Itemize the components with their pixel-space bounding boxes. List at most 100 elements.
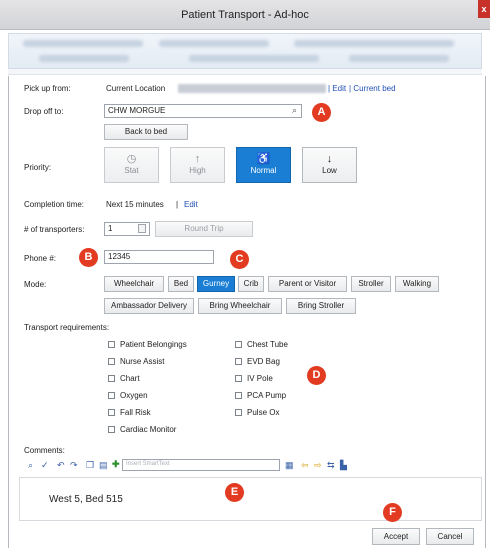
req-label: Patient Belongings	[120, 340, 187, 349]
mode-label: Mode:	[24, 280, 47, 289]
comment-textarea[interactable]: West 5, Bed 515	[19, 477, 482, 521]
priority-high-label: High	[189, 166, 206, 175]
comment-text: West 5, Bed 515	[49, 494, 123, 505]
phone-value: 12345	[108, 252, 131, 261]
priority-normal-button[interactable]: ♿ Normal	[236, 147, 291, 183]
mode-bring-stroller-button[interactable]: Bring Stroller	[286, 298, 356, 314]
req-label: Chest Tube	[247, 340, 288, 349]
req-fall-risk[interactable]: Fall Risk	[108, 408, 151, 417]
comments-label: Comments:	[24, 446, 65, 455]
link-icon[interactable]: ⇆	[327, 460, 335, 471]
completion-separator: |	[176, 200, 179, 209]
priority-low-label: Low	[322, 166, 337, 175]
transporters-value: 1	[108, 224, 113, 233]
pickup-value: Current Location	[106, 84, 166, 93]
priority-stat-button[interactable]: ◷ Stat	[104, 147, 159, 183]
arrow-left-icon[interactable]: ⇦	[301, 460, 309, 471]
mode-crib-button[interactable]: Crib	[238, 276, 264, 292]
paste-icon[interactable]: ▤	[99, 460, 108, 471]
marker-e: E	[225, 483, 244, 502]
req-label: Nurse Assist	[120, 357, 165, 366]
priority-label: Priority:	[24, 163, 52, 172]
completion-label: Completion time:	[24, 200, 85, 209]
req-cardiac-monitor[interactable]: Cardiac Monitor	[108, 425, 176, 434]
req-label: Fall Risk	[120, 408, 151, 417]
pickup-label: Pick up from:	[24, 84, 71, 93]
search-icon[interactable]: ⌕	[292, 105, 297, 116]
mode-bed-button[interactable]: Bed	[168, 276, 194, 292]
priority-low-button[interactable]: ↓ Low	[302, 147, 357, 183]
current-bed-link[interactable]: | Current bed	[349, 84, 396, 93]
redacted-text	[23, 40, 143, 47]
copy-icon[interactable]: ❐	[86, 460, 94, 471]
priority-normal-label: Normal	[250, 166, 277, 175]
redacted-location	[178, 84, 326, 93]
marker-d: D	[307, 366, 326, 385]
mode-parent-visitor-button[interactable]: Parent or Visitor	[268, 276, 347, 292]
req-iv-pole[interactable]: IV Pole	[235, 374, 273, 383]
insert-icon[interactable]: ▙	[340, 460, 347, 471]
redo-icon[interactable]: ↷	[70, 460, 78, 471]
add-icon[interactable]: ✚	[112, 459, 120, 470]
redacted-text	[294, 40, 454, 47]
patient-banner	[8, 33, 482, 69]
marker-c: C	[230, 250, 249, 269]
req-pca-pump[interactable]: PCA Pump	[235, 391, 286, 400]
back-to-bed-button[interactable]: Back to bed	[104, 124, 188, 140]
req-nurse-assist[interactable]: Nurse Assist	[108, 357, 164, 366]
req-label: IV Pole	[247, 374, 273, 383]
smarttext-placeholder: Insert SmartText	[126, 461, 170, 467]
redacted-text	[349, 55, 449, 62]
transporters-label: # of transporters:	[24, 225, 85, 234]
undo-icon[interactable]: ↶	[57, 460, 65, 471]
phone-label: Phone #:	[24, 254, 57, 263]
requirements-label: Transport requirements:	[24, 323, 110, 332]
mode-walking-button[interactable]: Walking	[395, 276, 439, 292]
completion-value: Next 15 minutes	[106, 200, 164, 209]
mode-ambassador-delivery-button[interactable]: Ambassador Delivery	[104, 298, 194, 314]
marker-f: F	[383, 503, 402, 522]
arrow-up-icon: ↑	[194, 153, 201, 165]
req-evd-bag[interactable]: EVD Bag	[235, 357, 280, 366]
mode-bring-wheelchair-button[interactable]: Bring Wheelchair	[198, 298, 282, 314]
req-pulse-ox[interactable]: Pulse Ox	[235, 408, 279, 417]
req-label: PCA Pump	[247, 391, 287, 400]
smarttext-list-icon[interactable]: ▦	[285, 460, 294, 471]
completion-edit-link[interactable]: Edit	[184, 200, 198, 209]
dropoff-label: Drop off to:	[24, 107, 64, 116]
arrow-right-icon[interactable]: ⇨	[314, 460, 322, 471]
smarttext-input[interactable]: Insert SmartText	[122, 459, 280, 471]
transporters-input[interactable]: 1	[104, 222, 150, 236]
cancel-button[interactable]: Cancel	[426, 528, 474, 545]
marker-b: B	[79, 248, 98, 267]
req-patient-belongings[interactable]: Patient Belongings	[108, 340, 187, 349]
dropoff-input[interactable]: CHW MORGUE ⌕	[104, 104, 302, 118]
req-label: Pulse Ox	[247, 408, 280, 417]
close-button[interactable]: x	[478, 0, 490, 18]
pickup-edit-link[interactable]: | Edit	[328, 84, 346, 93]
title-bar: Patient Transport - Ad-hoc x	[0, 0, 490, 30]
priority-high-button[interactable]: ↑ High	[170, 147, 225, 183]
req-chart[interactable]: Chart	[108, 374, 140, 383]
mode-wheelchair-button[interactable]: Wheelchair	[104, 276, 164, 292]
clock-icon: ◷	[126, 153, 137, 165]
mode-gurney-button[interactable]: Gurney	[197, 276, 235, 292]
accept-button[interactable]: Accept	[372, 528, 420, 545]
spellcheck-icon[interactable]: ✓	[41, 460, 49, 471]
banner-divider	[8, 69, 482, 75]
req-oxygen[interactable]: Oxygen	[108, 391, 148, 400]
transport-window: Patient Transport - Ad-hoc x Pick up fro…	[0, 0, 490, 554]
spinner-icon[interactable]	[138, 224, 146, 233]
mode-stroller-button[interactable]: Stroller	[351, 276, 391, 292]
window-title: Patient Transport - Ad-hoc	[181, 9, 309, 21]
redacted-text	[39, 55, 129, 62]
find-icon[interactable]: ⌕	[28, 460, 33, 471]
req-label: Cardiac Monitor	[120, 425, 177, 434]
round-trip-button[interactable]: Round Trip	[155, 221, 253, 237]
req-label: Chart	[120, 374, 140, 383]
req-label: EVD Bag	[247, 357, 280, 366]
phone-input[interactable]: 12345	[104, 250, 214, 264]
dropoff-value: CHW MORGUE	[108, 106, 166, 115]
redacted-text	[159, 40, 269, 47]
req-chest-tube[interactable]: Chest Tube	[235, 340, 288, 349]
